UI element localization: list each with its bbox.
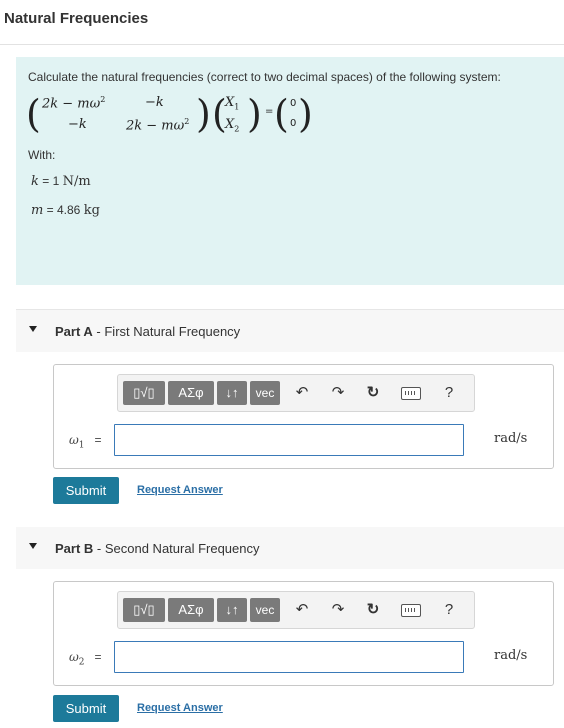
omega-1-label: ω1 = <box>69 433 102 451</box>
matrix-a11: 2k − mω2 <box>42 95 106 112</box>
math-toolbar: ▯√▯ ΑΣφ ↓↑ vec ↶ ↷ ↻ ? <box>117 374 475 412</box>
sub-superscript-button[interactable]: ↓↑ <box>217 598 247 622</box>
zero-top: 0 <box>290 98 297 109</box>
templates-button[interactable]: ▯√▯ <box>123 381 165 405</box>
part-b-submit-button[interactable]: Submit <box>53 695 119 722</box>
reset-icon[interactable]: ↻ <box>362 600 384 620</box>
k-given: k = 1 N/m <box>31 174 91 189</box>
collapse-caret-icon[interactable] <box>29 543 37 549</box>
undo-icon[interactable]: ↶ <box>291 383 313 403</box>
part-b-request-answer-link[interactable]: Request Answer <box>137 702 223 714</box>
problem-text: Calculate the natural frequencies (corre… <box>28 70 501 84</box>
reset-icon[interactable]: ↻ <box>362 383 384 403</box>
help-icon[interactable]: ? <box>438 600 460 620</box>
right-paren-x: ) <box>247 92 262 136</box>
matrix-equation: ( 2k − mω2 −k −k 2k − mω2 ) ( X1 X2 ) = … <box>26 92 326 136</box>
omega-1-input[interactable] <box>114 424 464 456</box>
vector-button[interactable]: vec <box>250 381 280 405</box>
omega-1-unit: rad/s <box>494 431 528 446</box>
part-b-title: Part B - Second Natural Frequency <box>55 541 260 556</box>
zero-bottom: 0 <box>290 118 297 129</box>
keyboard-icon[interactable] <box>401 604 421 617</box>
left-paren-zero: ( <box>274 92 289 136</box>
part-b-answer-box: ▯√▯ ΑΣφ ↓↑ vec ↶ ↷ ↻ ? ω2 = rad/s <box>53 581 554 686</box>
problem-statement: Calculate the natural frequencies (corre… <box>16 57 564 285</box>
vector-button[interactable]: vec <box>250 598 280 622</box>
templates-button[interactable]: ▯√▯ <box>123 598 165 622</box>
part-b-header[interactable]: Part B - Second Natural Frequency <box>16 527 564 569</box>
omega-2-label: ω2 = <box>69 650 102 668</box>
page-title: Natural Frequencies <box>4 10 149 27</box>
redo-icon[interactable]: ↷ <box>327 600 349 620</box>
greek-symbols-button[interactable]: ΑΣφ <box>168 381 214 405</box>
m-given: m = 4.86 kg <box>31 203 100 218</box>
matrix-a22: 2k − mω2 <box>126 117 190 134</box>
keyboard-icon[interactable] <box>401 387 421 400</box>
title-divider <box>0 44 564 45</box>
right-paren: ) <box>196 92 211 136</box>
sub-superscript-button[interactable]: ↓↑ <box>217 381 247 405</box>
vector-x1: X1 <box>225 95 240 112</box>
greek-symbols-button[interactable]: ΑΣφ <box>168 598 214 622</box>
part-a-answer-box: ▯√▯ ΑΣφ ↓↑ vec ↶ ↷ ↻ ? ω1 = rad/s <box>53 364 554 469</box>
omega-2-input[interactable] <box>114 641 464 673</box>
collapse-caret-icon[interactable] <box>29 326 37 332</box>
vector-x2: X2 <box>225 117 240 134</box>
redo-icon[interactable]: ↷ <box>327 383 349 403</box>
omega-2-unit: rad/s <box>494 648 528 663</box>
math-toolbar: ▯√▯ ΑΣφ ↓↑ vec ↶ ↷ ↻ ? <box>117 591 475 629</box>
matrix-a12: −k <box>145 95 164 110</box>
help-icon[interactable]: ? <box>438 383 460 403</box>
matrix-a21: −k <box>68 117 87 132</box>
right-paren-zero: ) <box>298 92 313 136</box>
left-paren: ( <box>26 92 41 136</box>
part-a-submit-button[interactable]: Submit <box>53 477 119 504</box>
part-a-title: Part A - First Natural Frequency <box>55 324 241 339</box>
undo-icon[interactable]: ↶ <box>291 600 313 620</box>
part-a-header[interactable]: Part A - First Natural Frequency <box>16 310 564 352</box>
part-a-request-answer-link[interactable]: Request Answer <box>137 484 223 496</box>
with-label: With: <box>28 148 56 162</box>
equals-sign: = <box>265 106 274 117</box>
